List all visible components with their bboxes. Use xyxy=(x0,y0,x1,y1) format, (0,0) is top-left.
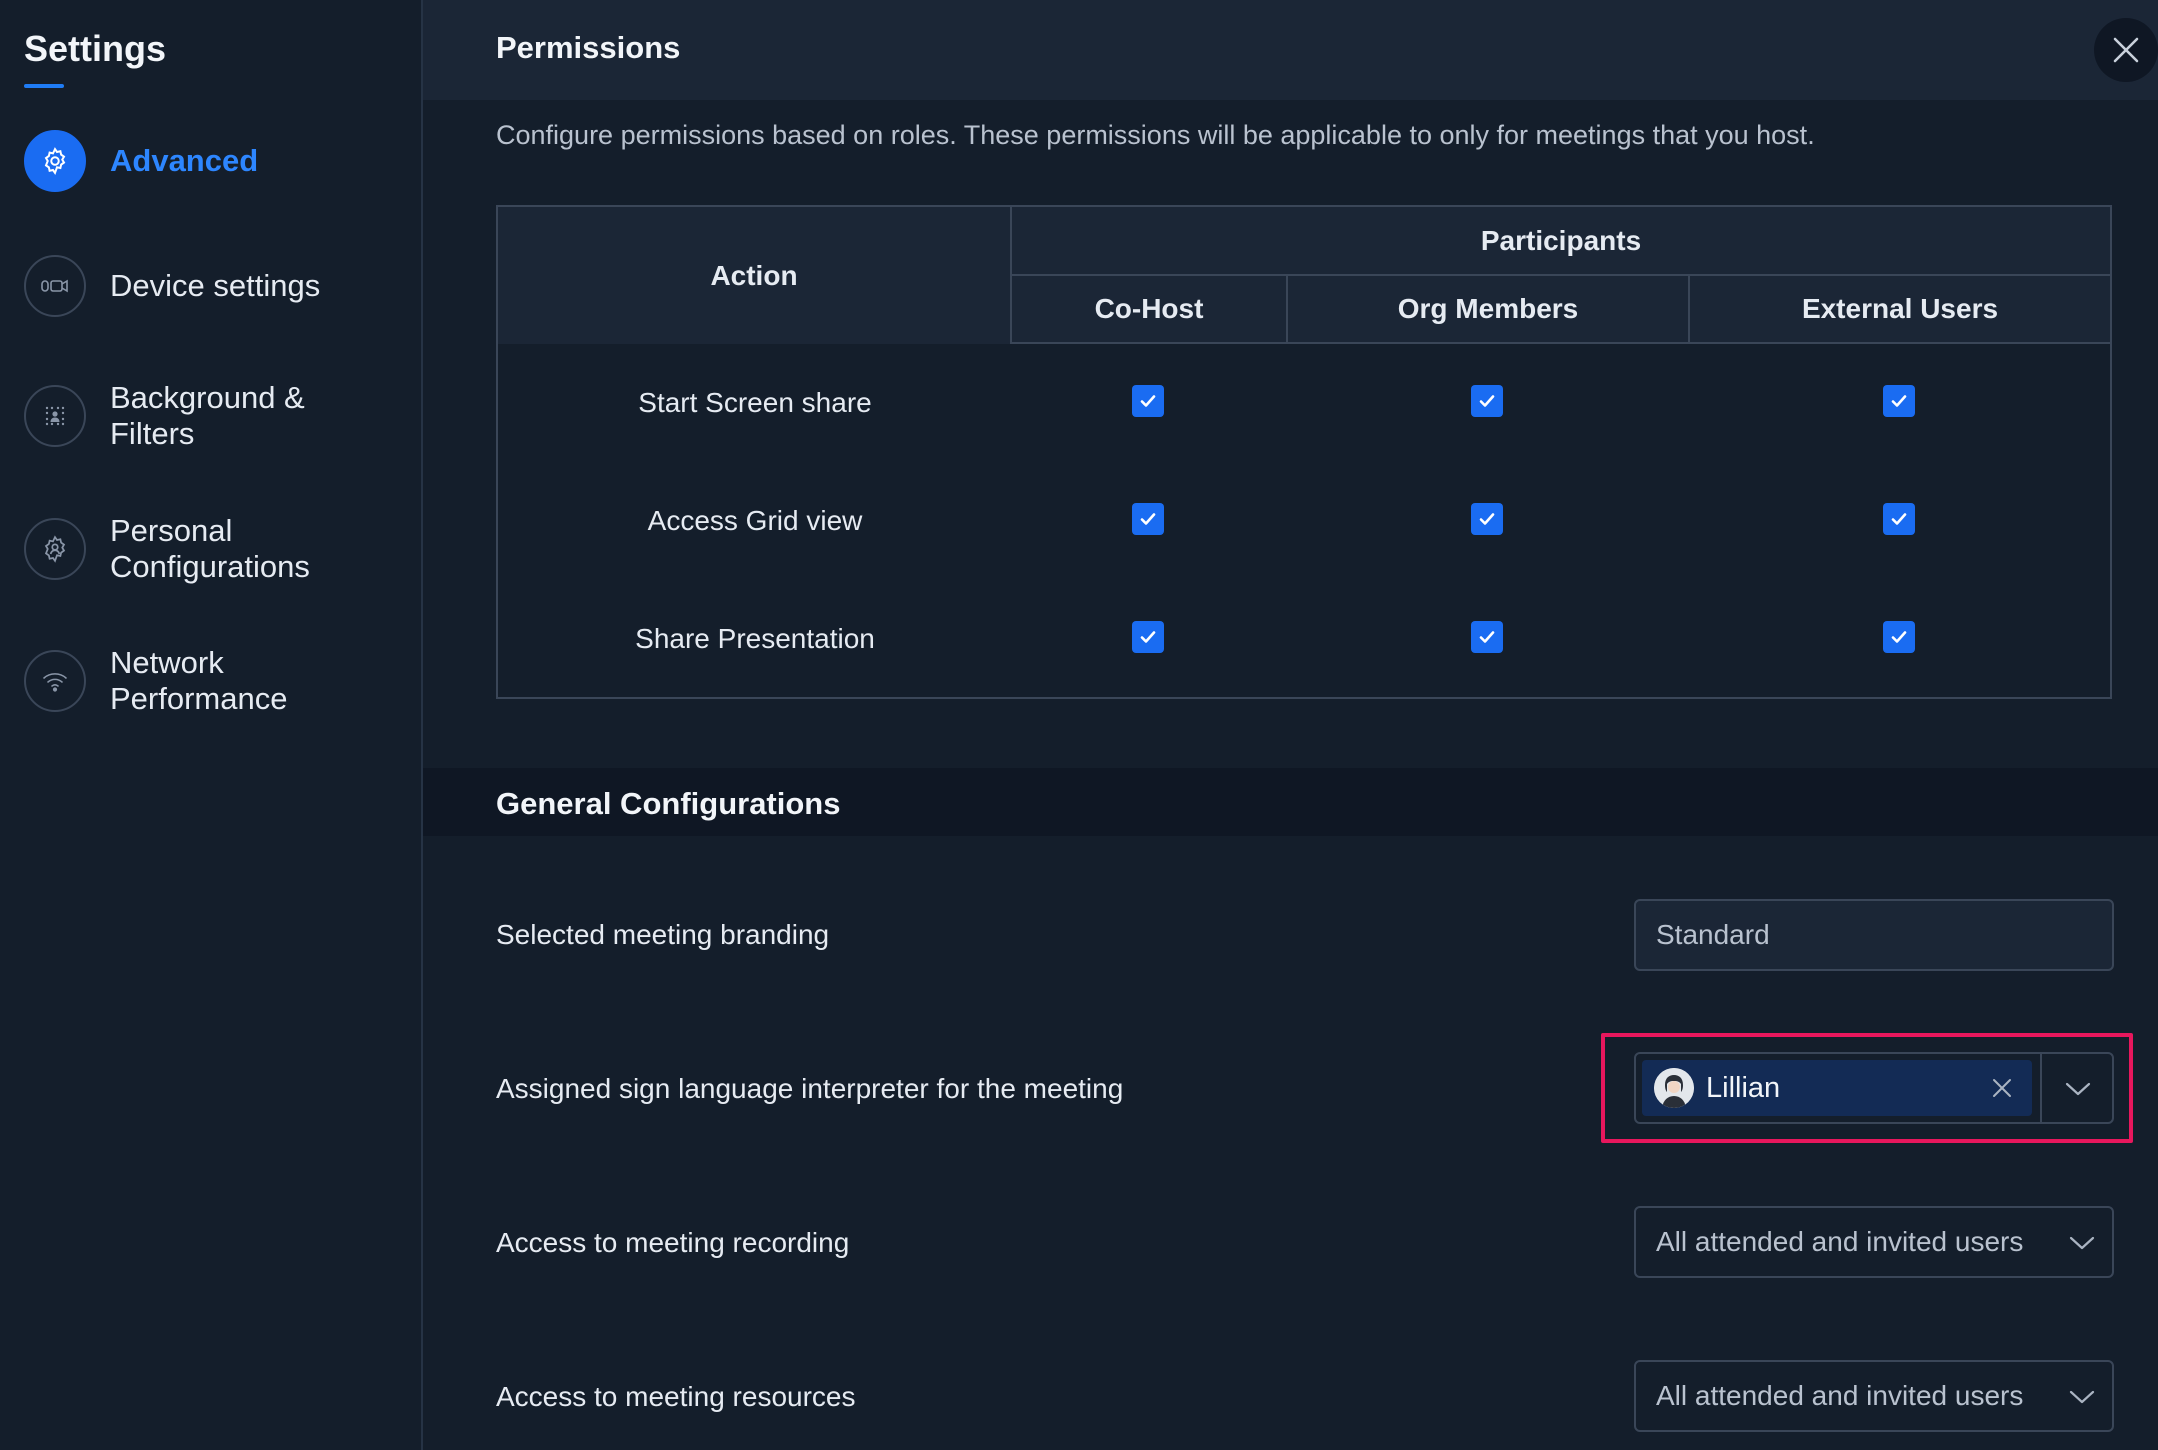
settings-sidebar: Settings Advanced Device settings Backgr… xyxy=(0,0,423,1450)
participants-header: Participants xyxy=(1012,207,2110,276)
chevron-down-icon xyxy=(2069,1390,2095,1404)
close-button[interactable] xyxy=(2094,18,2158,82)
resources-access-label: Access to meeting resources xyxy=(496,1381,856,1412)
sidebar-item-device-settings[interactable]: Device settings xyxy=(24,255,360,317)
external-users-checkbox[interactable] xyxy=(1883,385,1915,417)
table-row: Share Presentation xyxy=(498,580,2110,698)
row-action-label: Access Grid view xyxy=(647,505,863,536)
org-members-checkbox[interactable] xyxy=(1471,621,1503,653)
recording-access-value: All attended and invited users xyxy=(1656,1226,2024,1257)
gear-icon xyxy=(24,130,86,192)
sidebar-item-advanced[interactable]: Advanced xyxy=(24,130,360,192)
sidebar-item-label: Advanced xyxy=(110,143,259,178)
row-action-label: Share Presentation xyxy=(635,623,875,654)
permissions-description: Configure permissions based on roles. Th… xyxy=(496,120,1815,150)
chevron-down-icon xyxy=(2069,1236,2095,1250)
action-column-header: Action xyxy=(498,207,1012,344)
background-icon xyxy=(24,385,86,447)
select-divider xyxy=(2040,1054,2042,1122)
sidebar-item-label: Network Performance xyxy=(110,645,288,716)
co-host-checkbox[interactable] xyxy=(1132,503,1164,535)
column-header-co-host: Co-Host xyxy=(1012,276,1288,344)
recording-access-select[interactable]: All attended and invited users xyxy=(1634,1206,2114,1278)
wifi-icon xyxy=(24,650,86,712)
checkmark-icon xyxy=(1891,395,1907,407)
permissions-header xyxy=(423,0,2158,100)
checkmark-icon xyxy=(1891,513,1907,525)
chevron-down-icon[interactable] xyxy=(2064,1076,2092,1100)
checkmark-icon xyxy=(1140,513,1156,525)
sidebar-item-network-performance[interactable]: Network Performance xyxy=(24,645,360,717)
sidebar-item-background-filters[interactable]: Background & Filters xyxy=(24,380,360,452)
interpreter-select[interactable]: Lillian xyxy=(1634,1052,2114,1124)
row-action-label: Start Screen share xyxy=(638,387,872,418)
general-configurations-title: General Configurations xyxy=(496,786,841,821)
column-header-org-members: Org Members xyxy=(1288,276,1690,344)
table-row: Start Screen share xyxy=(498,344,2110,462)
checkmark-icon xyxy=(1891,631,1907,643)
co-host-checkbox[interactable] xyxy=(1132,385,1164,417)
checkmark-icon xyxy=(1479,513,1495,525)
checkmark-icon xyxy=(1140,631,1156,643)
recording-access-label: Access to meeting recording xyxy=(496,1227,850,1258)
camera-mic-icon xyxy=(24,255,86,317)
sidebar-item-label: Personal Configurations xyxy=(110,513,310,584)
close-icon xyxy=(2113,37,2139,63)
user-gear-icon xyxy=(24,518,86,580)
branding-label: Selected meeting branding xyxy=(496,919,830,950)
sidebar-item-label: Device settings xyxy=(110,268,321,303)
checkmark-icon xyxy=(1140,395,1156,407)
selected-user-chip: Lillian xyxy=(1642,1060,2032,1116)
sidebar-title-underline xyxy=(24,84,64,88)
permissions-title: Permissions xyxy=(496,30,681,65)
branding-field[interactable]: Standard xyxy=(1634,899,2114,971)
resources-access-select[interactable]: All attended and invited users xyxy=(1634,1360,2114,1432)
avatar xyxy=(1654,1068,1694,1108)
remove-icon[interactable] xyxy=(1990,1076,2014,1100)
resources-access-value: All attended and invited users xyxy=(1656,1380,2024,1411)
sidebar-item-label: Background & Filters xyxy=(110,380,305,451)
selected-user-name: Lillian xyxy=(1706,1071,1781,1104)
branding-value: Standard xyxy=(1656,919,1770,950)
permissions-table: Action Participants Co-Host Org Members … xyxy=(496,205,2112,699)
org-members-checkbox[interactable] xyxy=(1471,503,1503,535)
column-header-external-users: External Users xyxy=(1690,276,2110,344)
external-users-checkbox[interactable] xyxy=(1883,503,1915,535)
table-row: Access Grid view xyxy=(498,462,2110,580)
settings-main-panel: Permissions Configure permissions based … xyxy=(423,0,2158,1450)
org-members-checkbox[interactable] xyxy=(1471,385,1503,417)
sidebar-item-personal-configurations[interactable]: Personal Configurations xyxy=(24,513,360,585)
checkmark-icon xyxy=(1479,631,1495,643)
checkmark-icon xyxy=(1479,395,1495,407)
interpreter-label: Assigned sign language interpreter for t… xyxy=(496,1073,1124,1104)
co-host-checkbox[interactable] xyxy=(1132,621,1164,653)
external-users-checkbox[interactable] xyxy=(1883,621,1915,653)
sidebar-title: Settings xyxy=(24,28,167,69)
